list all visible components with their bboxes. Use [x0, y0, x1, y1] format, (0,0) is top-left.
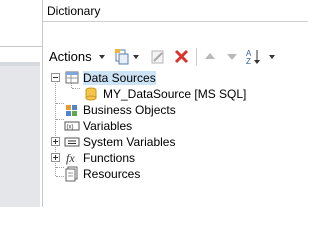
- left-panel-body: [0, 66, 40, 207]
- edit-button[interactable]: [149, 48, 167, 66]
- tree-item-label: Functions: [83, 151, 136, 165]
- chevron-down-icon: [99, 55, 105, 59]
- tree-item-system-variables[interactable]: System Variables: [43, 134, 308, 150]
- tree-item-label: Resources: [83, 167, 141, 181]
- delete-button[interactable]: [173, 48, 191, 66]
- resources-icon: [65, 166, 78, 182]
- actions-dropdown[interactable]: Actions: [43, 46, 111, 68]
- arrow-up-icon: [205, 53, 215, 59]
- collapse-toggle[interactable]: [51, 73, 60, 82]
- variables-icon: (x): [64, 121, 80, 131]
- functions-icon: fx: [66, 151, 75, 165]
- database-icon: [85, 87, 97, 101]
- svg-text:fx: fx: [66, 151, 75, 165]
- tree-item-resources[interactable]: Resources: [43, 166, 308, 182]
- tree-item-label: Data Sources: [83, 71, 156, 85]
- new-item-dropdown-icon[interactable]: [133, 55, 139, 59]
- tree-item-label: Business Objects: [83, 103, 176, 117]
- dictionary-toolbar: Actions A Z: [43, 46, 308, 68]
- tree-item-label: MY_DataSource [MS SQL]: [103, 87, 247, 101]
- svg-text:Z: Z: [246, 57, 251, 66]
- tree-item-variables[interactable]: (x) Variables: [43, 118, 308, 134]
- title-separator: [43, 21, 308, 22]
- tree-item-datasource[interactable]: MY_DataSource [MS SQL]: [43, 86, 308, 102]
- dictionary-tree: Data Sources MY_DataSource [MS SQL] Busi…: [43, 70, 308, 207]
- sort-az-icon: A Z: [246, 49, 260, 66]
- tree-item-data-sources[interactable]: Data Sources: [43, 70, 308, 86]
- delete-icon: [174, 49, 189, 64]
- actions-label: Actions: [49, 49, 92, 64]
- new-item-button[interactable]: [113, 48, 131, 66]
- left-panel: [0, 0, 42, 207]
- expand-toggle[interactable]: [51, 137, 60, 146]
- panel-title: Dictionary: [47, 4, 101, 18]
- move-up-button[interactable]: [201, 48, 219, 66]
- svg-text:(x): (x): [67, 125, 74, 131]
- sort-dropdown-icon[interactable]: [269, 55, 275, 59]
- move-down-button[interactable]: [223, 48, 241, 66]
- left-panel-header: [0, 0, 42, 47]
- expand-toggle[interactable]: [51, 153, 60, 162]
- tree-item-label: Variables: [83, 119, 133, 133]
- tree-item-business-objects[interactable]: Business Objects: [43, 102, 308, 118]
- edit-icon: [151, 50, 164, 64]
- new-item-icon: [115, 49, 129, 65]
- data-sources-icon: [65, 71, 79, 84]
- arrow-down-icon: [227, 54, 237, 60]
- dictionary-panel: Dictionary Actions A Z Data Sources MY_D…: [43, 0, 308, 207]
- tree-item-label: System Variables: [83, 135, 176, 149]
- business-objects-icon: [66, 105, 77, 116]
- sort-button[interactable]: A Z: [245, 48, 263, 66]
- toolbar-separator: [196, 48, 197, 66]
- system-variables-icon: [64, 137, 80, 147]
- tree-item-functions[interactable]: fx Functions: [43, 150, 308, 166]
